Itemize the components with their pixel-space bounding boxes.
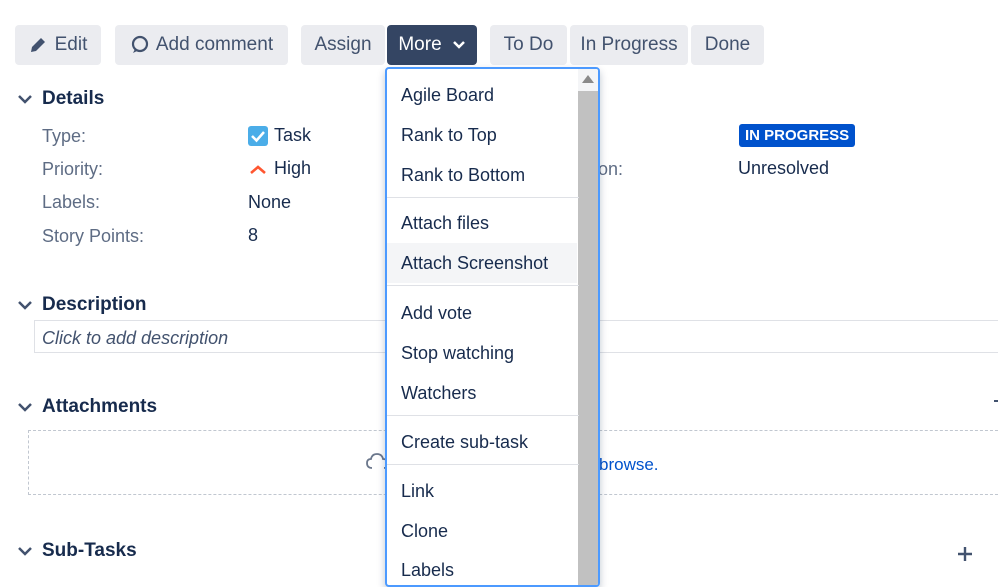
details-toggle[interactable]: Details — [14, 88, 104, 110]
menu-divider — [387, 415, 579, 416]
more-button[interactable]: More — [387, 25, 477, 65]
menu-item-link[interactable]: Link — [387, 471, 577, 511]
task-checkbox-icon — [248, 125, 268, 146]
description-placeholder: Click to add description — [42, 328, 229, 348]
labels-value[interactable]: None — [248, 192, 291, 213]
attachments-heading: Attachments — [42, 396, 158, 417]
menu-item-agile-board[interactable]: Agile Board — [387, 75, 577, 115]
chevron-down-icon — [452, 41, 465, 49]
menu-item-clone[interactable]: Clone — [387, 511, 577, 551]
todo-label: To Do — [503, 34, 554, 55]
menu-divider — [387, 464, 579, 465]
comment-icon — [131, 35, 148, 53]
menu-divider — [387, 197, 579, 198]
menu-item-attach-files[interactable]: Attach files — [387, 203, 577, 243]
type-label: Type: — [42, 126, 87, 146]
chevron-down-icon — [18, 403, 32, 412]
chevron-down-icon — [18, 95, 32, 104]
edit-button-label: Edit — [54, 34, 88, 55]
menu-item-create-sub-task[interactable]: Create sub-task — [387, 422, 577, 462]
type-value: Task — [248, 125, 311, 146]
priority-label: Priority: — [42, 159, 104, 179]
menu-item-attach-screenshot[interactable]: Attach Screenshot — [387, 243, 577, 283]
chevron-down-icon — [18, 301, 32, 310]
menu-item-stop-watching[interactable]: Stop watching — [387, 333, 577, 373]
attachments-options-icon[interactable] — [994, 400, 998, 402]
priority-value-text: High — [274, 158, 312, 178]
done-label: Done — [704, 34, 751, 55]
in-progress-label: In Progress — [580, 34, 678, 55]
todo-button[interactable]: To Do — [490, 25, 567, 65]
pencil-icon — [30, 38, 45, 52]
story-points-value[interactable]: 8 — [248, 225, 258, 246]
assign-button[interactable]: Assign — [301, 25, 385, 65]
chevron-down-icon — [18, 547, 32, 556]
browse-link[interactable]: browse. — [599, 455, 659, 475]
add-comment-button[interactable]: Add comment — [115, 25, 288, 65]
menu-item-labels[interactable]: Labels — [387, 550, 577, 585]
more-dropdown-menu[interactable]: Agile Board Rank to Top Rank to Bottom A… — [385, 67, 600, 587]
menu-item-rank-to-bottom[interactable]: Rank to Bottom — [387, 155, 577, 195]
assign-label: Assign — [314, 34, 372, 55]
details-heading: Details — [42, 88, 105, 109]
menu-item-add-vote[interactable]: Add vote — [387, 293, 577, 333]
attachments-toggle[interactable]: Attachments — [14, 396, 157, 418]
dropdown-scrollbar-thumb[interactable] — [578, 91, 598, 585]
scroll-up-arrow-icon[interactable] — [582, 75, 594, 83]
resolution-label: on: — [598, 159, 624, 179]
edit-button[interactable]: Edit — [15, 25, 101, 65]
description-toggle[interactable]: Description — [14, 294, 147, 316]
labels-label: Labels: — [42, 192, 101, 212]
menu-divider — [387, 285, 579, 286]
priority-value: High — [248, 158, 311, 179]
more-label: More — [398, 34, 442, 55]
menu-item-rank-to-top[interactable]: Rank to Top — [387, 115, 577, 155]
status-badge: IN PROGRESS — [739, 124, 856, 147]
add-subtask-icon[interactable] — [956, 545, 974, 563]
priority-high-icon — [250, 164, 266, 174]
type-value-text: Task — [274, 125, 312, 145]
add-comment-label: Add comment — [155, 34, 274, 55]
story-points-label: Story Points: — [42, 226, 145, 246]
subtasks-toggle[interactable]: Sub-Tasks — [14, 540, 137, 562]
menu-item-watchers[interactable]: Watchers — [387, 373, 577, 413]
description-heading: Description — [42, 294, 147, 315]
resolution-value: Unresolved — [738, 158, 830, 178]
done-button[interactable]: Done — [691, 25, 764, 65]
subtasks-heading: Sub-Tasks — [42, 540, 137, 561]
in-progress-button[interactable]: In Progress — [570, 25, 688, 65]
